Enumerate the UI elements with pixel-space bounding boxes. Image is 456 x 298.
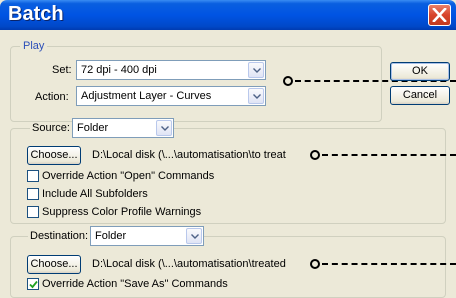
destination-choose-button[interactable]: Choose... <box>27 255 81 274</box>
cancel-button[interactable]: Cancel <box>390 86 450 105</box>
action-label: Action: <box>35 91 69 103</box>
callout-ring-icon <box>310 150 320 160</box>
action-value: Adjustment Layer - Curves <box>81 90 212 102</box>
suppress-warnings-checkbox[interactable] <box>27 206 39 218</box>
window-title: Batch <box>8 3 64 25</box>
set-value: 72 dpi - 400 dpi <box>81 64 157 76</box>
source-path: D:\Local disk (\...\automatisation\to tr… <box>92 149 286 161</box>
include-subfolders-label: Include All Subfolders <box>42 188 148 200</box>
action-select[interactable]: Adjustment Layer - Curves <box>76 86 266 106</box>
override-save-as-label: Override Action "Save As" Commands <box>42 278 228 290</box>
source-value: Folder <box>77 122 109 134</box>
include-subfolders-checkbox[interactable] <box>27 188 39 200</box>
close-button[interactable] <box>428 4 451 26</box>
set-label: Set: <box>52 64 72 76</box>
callout-dash <box>322 263 456 265</box>
source-choose-button[interactable]: Choose... <box>27 146 81 165</box>
chevron-down-icon[interactable] <box>186 228 202 244</box>
override-open-label: Override Action "Open" Commands <box>42 170 215 182</box>
callout-ring-icon <box>283 76 293 86</box>
chevron-down-icon[interactable] <box>156 120 172 136</box>
callout-ring-icon <box>310 259 320 269</box>
suppress-warnings-label: Suppress Color Profile Warnings <box>42 206 202 218</box>
override-save-as-checkbox[interactable] <box>27 278 39 290</box>
set-select[interactable]: 72 dpi - 400 dpi <box>76 60 266 80</box>
source-select[interactable]: Folder <box>72 118 174 138</box>
override-open-checkbox[interactable] <box>27 170 39 182</box>
chevron-down-icon[interactable] <box>248 88 264 104</box>
callout-dash <box>322 154 456 156</box>
destination-label: Destination: <box>28 230 91 242</box>
play-group <box>10 46 382 122</box>
destination-path: D:\Local disk (\...\automatisation\treat… <box>92 258 286 270</box>
titlebar: Batch <box>0 0 456 30</box>
destination-select[interactable]: Folder <box>90 226 204 246</box>
source-label: Source: <box>30 122 72 134</box>
chevron-down-icon[interactable] <box>248 62 264 78</box>
ok-button[interactable]: OK <box>390 62 450 81</box>
dialog-client: Play Set: 72 dpi - 400 dpi Action: Adjus… <box>0 30 456 298</box>
play-legend: Play <box>20 40 48 52</box>
destination-value: Folder <box>95 230 127 242</box>
